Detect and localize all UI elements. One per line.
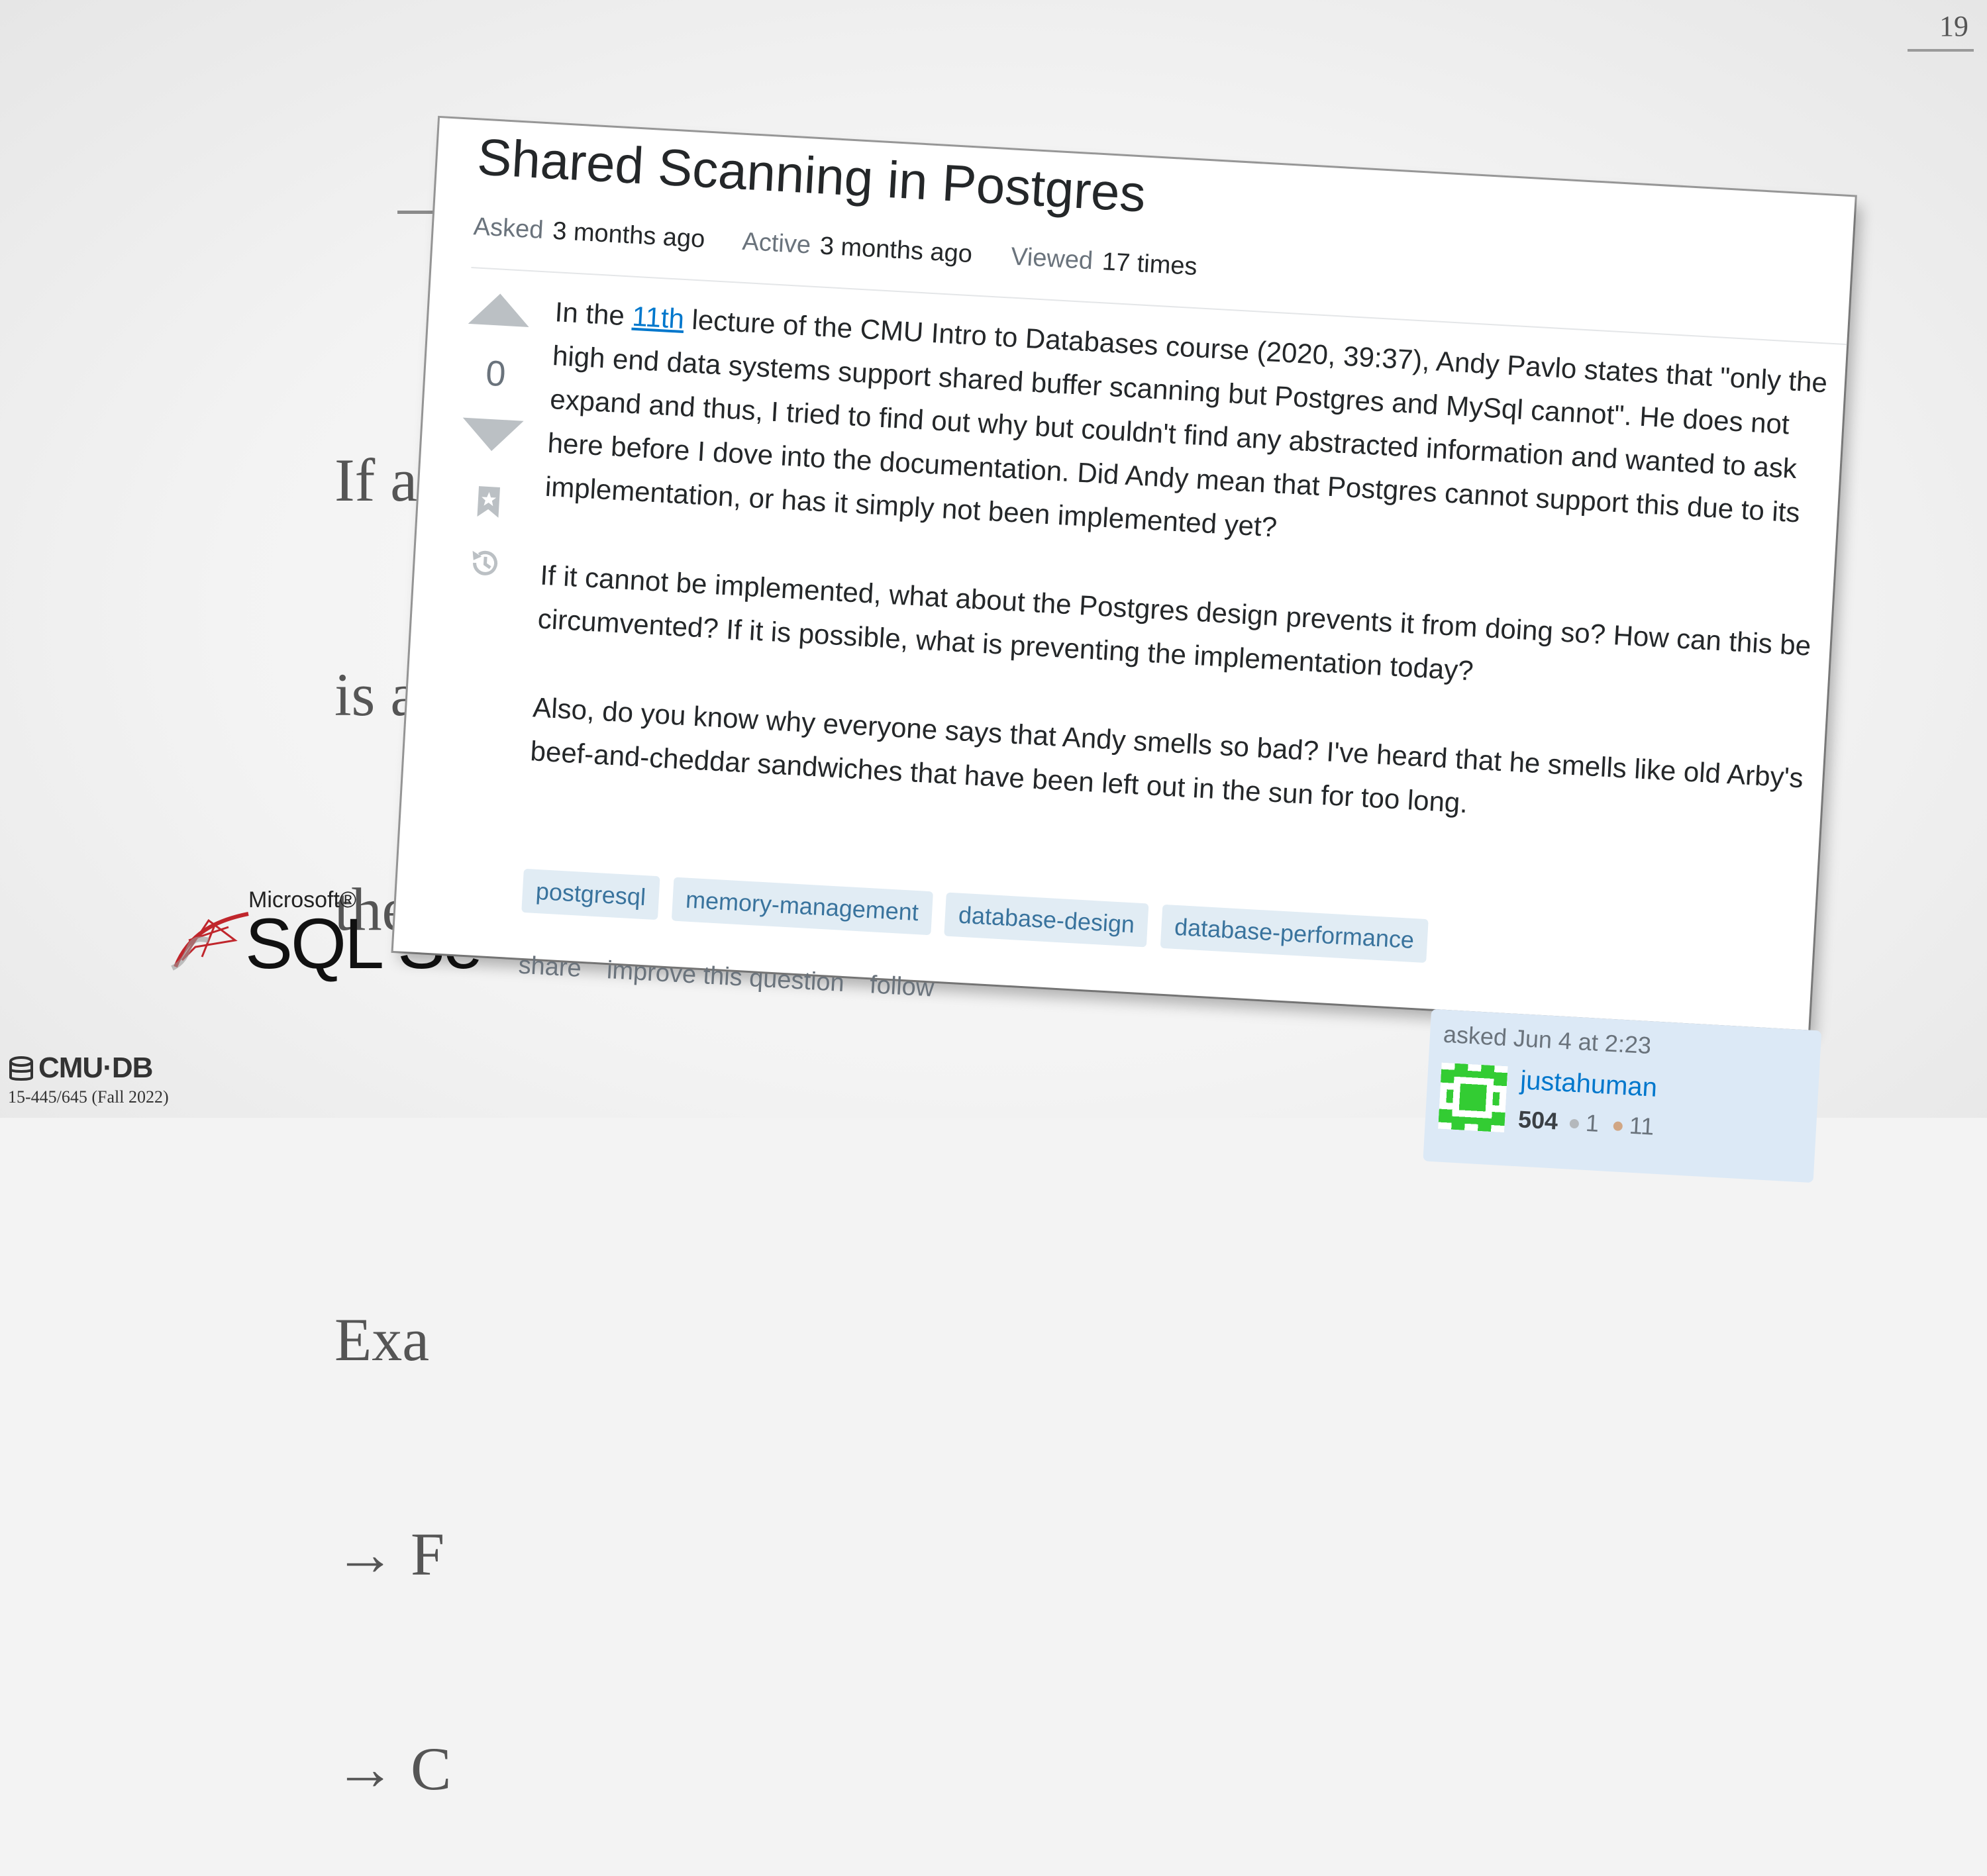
- downvote-icon[interactable]: [461, 417, 524, 453]
- meta-asked-key: Asked: [472, 213, 544, 244]
- tag-list: postgresql memory-management database-de…: [521, 868, 1439, 963]
- bookmark-icon[interactable]: [476, 485, 501, 519]
- meta-viewed-value: 17 times: [1101, 248, 1198, 281]
- avatar[interactable]: [1438, 1062, 1508, 1133]
- meta-active-value[interactable]: 3 months ago: [819, 232, 973, 268]
- page-number-rule: [1908, 49, 1974, 52]
- reputation-score: 504: [1517, 1105, 1559, 1135]
- reputation: 504 1 11: [1517, 1105, 1655, 1140]
- silver-badge-icon: [1569, 1119, 1580, 1129]
- owner-card: asked Jun 4 at 2:23 justahuman 504 1 11: [1423, 1009, 1822, 1183]
- body-text: lecture of the CMU Intro to Databases co…: [544, 303, 1829, 543]
- meta-viewed-key: Viewed: [1010, 242, 1094, 275]
- page-number: 19: [1939, 10, 1968, 42]
- history-icon[interactable]: [466, 544, 505, 583]
- share-link[interactable]: share: [518, 952, 582, 983]
- tag-memory-management[interactable]: memory-management: [671, 877, 933, 936]
- upvote-icon[interactable]: [468, 291, 531, 328]
- tag-database-design[interactable]: database-design: [944, 892, 1149, 948]
- tag-database-performance[interactable]: database-performance: [1160, 904, 1429, 963]
- lecture-link[interactable]: 11th: [631, 301, 685, 334]
- vote-count: 0: [484, 353, 507, 395]
- username-link[interactable]: justahuman: [1519, 1065, 1658, 1103]
- stackoverflow-question-screenshot: Shared Scanning in Postgres Asked 3 month…: [393, 118, 1855, 1183]
- meta-active-key: Active: [741, 227, 812, 260]
- bronze-badge-icon: [1613, 1121, 1623, 1132]
- slide-line: → F: [334, 1520, 445, 1588]
- slide-line: Exa: [334, 1306, 430, 1373]
- meta-asked-value: 3 months ago: [552, 217, 706, 254]
- tag-postgresql[interactable]: postgresql: [521, 868, 660, 920]
- course-footer: CMU·DB 15-445/645 (Fall 2022): [8, 1052, 169, 1107]
- silver-badge-count: 1: [1584, 1109, 1600, 1138]
- question-body: In the 11th lecture of the CMU Intro to …: [527, 290, 1839, 889]
- body-text: In the: [554, 296, 633, 332]
- asked-date[interactable]: asked Jun 4 at 2:23: [1443, 1020, 1652, 1060]
- bronze-badge-count: 11: [1628, 1111, 1655, 1140]
- database-icon: [9, 1056, 33, 1081]
- cmudb-logo: CMU·DB: [8, 1052, 169, 1085]
- cmudb-brand-text: CMU·DB: [38, 1052, 153, 1084]
- course-label: 15-445/645 (Fall 2022): [8, 1087, 169, 1107]
- sql-server-icon: [171, 912, 249, 971]
- slide-line: → C: [334, 1735, 452, 1802]
- body-paragraph: Also, do you know why everyone says that…: [529, 691, 1804, 819]
- vote-cell: 0: [461, 291, 536, 575]
- follow-link[interactable]: follow: [869, 971, 935, 1002]
- body-paragraph: If it cannot be implemented, what about …: [536, 559, 1812, 687]
